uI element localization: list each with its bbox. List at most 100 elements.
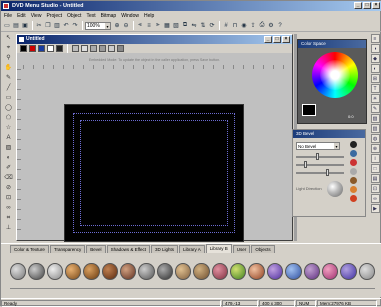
library-item[interactable]: [101, 262, 119, 280]
align-center-icon[interactable]: ≡: [145, 22, 153, 30]
menu-project[interactable]: Project: [46, 13, 62, 19]
menu-object[interactable]: Object: [67, 13, 81, 19]
library-item[interactable]: [10, 262, 27, 280]
button-tool-icon[interactable]: ⊡: [4, 194, 13, 202]
rect-tool-icon[interactable]: ▭: [4, 94, 13, 102]
color-icon[interactable]: ◑: [370, 44, 380, 53]
brush-icon[interactable]: ✎: [370, 104, 380, 113]
library-item[interactable]: [358, 262, 375, 280]
bevel-style-1[interactable]: [350, 141, 357, 148]
button-icon[interactable]: ⊡: [370, 184, 380, 193]
menu-edit[interactable]: Edit: [17, 13, 26, 19]
measure-tool-icon[interactable]: ⊥: [4, 224, 13, 232]
preview-panel-icon[interactable]: ▶: [370, 204, 380, 213]
doc-close-button[interactable]: ×: [282, 36, 290, 43]
color-swatch-red[interactable]: [29, 45, 36, 52]
new-icon[interactable]: ▭: [3, 22, 11, 30]
polygon-tool-icon[interactable]: ⬠: [4, 114, 13, 122]
object-icon[interactable]: □: [370, 164, 380, 173]
ellipse-tool-icon[interactable]: ◯: [4, 104, 13, 112]
bevel-width-slider[interactable]: [296, 161, 344, 168]
none-swatch[interactable]: [117, 45, 124, 52]
library-item[interactable]: [65, 262, 82, 280]
help-icon[interactable]: ?: [276, 22, 284, 30]
cut-icon[interactable]: ✂: [35, 22, 43, 30]
bevel-style-5[interactable]: [350, 177, 357, 184]
bevel-style-7[interactable]: [350, 195, 357, 202]
export-icon[interactable]: ⇪: [249, 22, 257, 30]
menu-view[interactable]: View: [31, 13, 42, 19]
pointer-tool-icon[interactable]: ↖: [4, 34, 13, 42]
line-tool-icon[interactable]: ╱: [4, 84, 13, 92]
library-item[interactable]: [138, 262, 155, 280]
image-tool-icon[interactable]: ▨: [4, 144, 13, 152]
bevel-depth-slider[interactable]: [296, 153, 344, 160]
library-item[interactable]: [156, 262, 174, 280]
library-item[interactable]: [303, 262, 320, 280]
library-item[interactable]: [285, 262, 302, 280]
layers-icon[interactable]: ≡: [370, 34, 380, 43]
link-icon[interactable]: ∞: [370, 194, 380, 203]
filter-icon[interactable]: ⊛: [370, 144, 380, 153]
library-item[interactable]: [120, 262, 137, 280]
library-item[interactable]: [46, 262, 64, 280]
doc-minimize-button[interactable]: _: [264, 36, 272, 43]
color-swatch-black[interactable]: [20, 45, 27, 52]
undo-icon[interactable]: ↶: [62, 22, 70, 30]
tab-user[interactable]: User: [232, 245, 251, 253]
tab-library-b[interactable]: Library B: [205, 244, 232, 253]
redo-icon[interactable]: ↷: [71, 22, 79, 30]
ungroup-icon[interactable]: ▧: [172, 22, 180, 30]
eraser-tool-icon[interactable]: ⌫: [4, 174, 13, 182]
copy-icon[interactable]: ❐: [44, 22, 52, 30]
texture-swatch[interactable]: [108, 45, 115, 52]
zoom-tool-icon[interactable]: ⚲: [4, 54, 13, 62]
pen-tool-icon[interactable]: ✎: [4, 74, 13, 82]
tab-bevel[interactable]: Bevel: [86, 245, 106, 253]
info-icon[interactable]: i: [370, 154, 380, 163]
settings-icon[interactable]: ⚙: [267, 22, 275, 30]
stroke-swatch[interactable]: [81, 45, 88, 52]
align-left-icon[interactable]: ⫷: [136, 22, 144, 30]
preview-icon[interactable]: ◉: [240, 22, 248, 30]
color-swatch-dark[interactable]: [56, 45, 63, 52]
tab-3d-lights[interactable]: 3D Lights: [151, 245, 179, 253]
gradient-swatch[interactable]: [90, 45, 97, 52]
color-swatch-white[interactable]: [47, 45, 54, 52]
doc-maximize-button[interactable]: □: [273, 36, 281, 43]
rotate-icon[interactable]: ⟳: [208, 22, 216, 30]
menu-window[interactable]: Window: [121, 13, 139, 19]
link-tool-icon[interactable]: ∞: [4, 204, 13, 212]
library-item[interactable]: [193, 262, 210, 280]
library-item[interactable]: [266, 262, 284, 280]
texture-icon[interactable]: ▨: [370, 114, 380, 123]
open-icon[interactable]: ▤: [12, 22, 20, 30]
bevel-style-2[interactable]: [350, 150, 357, 157]
save-icon[interactable]: ▣: [21, 22, 29, 30]
pattern-swatch[interactable]: [99, 45, 106, 52]
tab-color-texture[interactable]: Color & Texture: [10, 245, 49, 253]
library-item[interactable]: [211, 262, 229, 280]
bevel-style-3[interactable]: [350, 159, 357, 166]
library-item[interactable]: [230, 262, 247, 280]
lights-icon[interactable]: ☀: [370, 94, 380, 103]
color-swatch-blue[interactable]: [38, 45, 45, 52]
library-item[interactable]: [83, 262, 100, 280]
picker-tool-icon[interactable]: ⊘: [4, 184, 13, 192]
lock-icon[interactable]: ⊓: [231, 22, 239, 30]
library-item[interactable]: [340, 262, 357, 280]
library-item[interactable]: [28, 262, 45, 280]
tab-objects[interactable]: Objects: [251, 245, 275, 253]
tab-library-a[interactable]: Library A: [179, 245, 205, 253]
minimize-button[interactable]: _: [354, 2, 362, 9]
zoom-in-icon[interactable]: ⊕: [113, 22, 121, 30]
gradient-icon[interactable]: ▥: [370, 124, 380, 133]
star-tool-icon[interactable]: ☆: [4, 124, 13, 132]
fill-tool-icon[interactable]: ◐: [4, 154, 13, 162]
text-tool-icon[interactable]: A: [4, 134, 13, 142]
bevel-icon[interactable]: ◆: [370, 54, 380, 63]
library-icon[interactable]: ▤: [370, 174, 380, 183]
hand-tool-icon[interactable]: ✋: [4, 64, 13, 72]
paint-icon[interactable]: ◍: [370, 134, 380, 143]
flip-h-icon[interactable]: ⇋: [190, 22, 198, 30]
